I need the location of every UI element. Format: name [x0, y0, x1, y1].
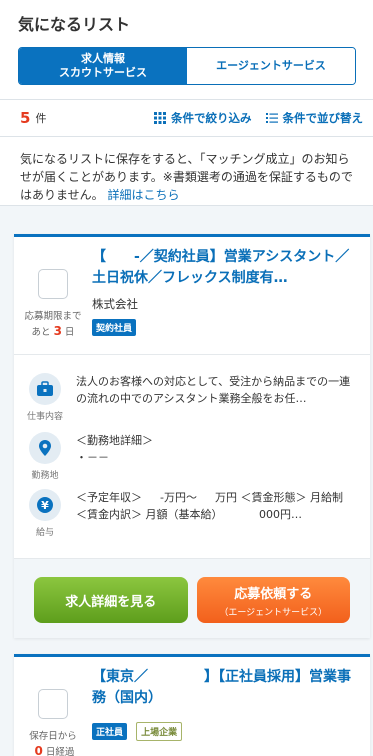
- service-segment-control: 求人情報 スカウトサービス エージェントサービス: [18, 47, 356, 85]
- salary-row: ¥ 給与 ＜予定年収＞ -万円～ 万円 ＜賃金形態＞ 月給制 ＜賃金内訳＞ 月額…: [14, 489, 370, 538]
- briefcase-icon: [29, 373, 61, 405]
- filter-button[interactable]: 条件で絞り込み: [154, 110, 252, 126]
- employment-type-badge: 契約社員: [92, 319, 137, 336]
- list-sort-icon: [265, 113, 278, 123]
- card-actions: 求人詳細を見る 応募依頼する （エージェントサービス）: [14, 558, 370, 638]
- apply-request-sublabel: （エージェントサービス）: [219, 607, 328, 618]
- result-toolbar: 5 件 条件で絞り込み 条件で並び替え: [0, 100, 373, 136]
- deadline-days: 3: [53, 324, 62, 338]
- job-card: 応募期限まで あと 3 日 【 -／契約社員】営業アシスタント／土日祝休／フレックス…: [14, 234, 370, 638]
- svg-text:¥: ¥: [41, 499, 49, 512]
- header-area: 気になるリスト 求人情報 スカウトサービス エージェントサービス 5 件 条件で絞…: [0, 0, 373, 206]
- tab-scout-service[interactable]: 求人情報 スカウトサービス: [19, 48, 187, 84]
- apply-request-label: 応募依頼する: [234, 586, 313, 602]
- deadline-after: 日: [64, 327, 75, 338]
- saved-days-suffix: 日経過: [45, 747, 75, 756]
- favorite-checkbox[interactable]: [38, 269, 68, 299]
- location-row: 勤務地 ＜勤務地詳細＞ ・－－: [14, 432, 370, 481]
- location-text: ＜勤務地詳細＞ ・－－: [76, 434, 153, 464]
- job-card-header: 保存日から 0 日経過 【東京／ 】【正社員採用】営業事務（国内） 正社員 上場企…: [14, 657, 370, 756]
- salary-label: 給与: [35, 528, 54, 538]
- saved-days-count: 0: [34, 744, 43, 756]
- job-card: 保存日から 0 日経過 【東京／ 】【正社員採用】営業事務（国内） 正社員 上場企…: [14, 654, 370, 756]
- tab-agent-service[interactable]: エージェントサービス: [187, 48, 355, 84]
- job-description-row: 仕事内容 法人のお客様への対応として、受注から納品までの一連の流れの中でのアシス…: [14, 373, 370, 422]
- company-name: 株式会社: [92, 297, 196, 311]
- filter-label: 条件で絞り込み: [171, 111, 252, 125]
- page-title: 気になるリスト: [18, 15, 131, 34]
- job-card-left: 保存日から 0 日経過: [14, 667, 92, 756]
- job-description-label: 仕事内容: [26, 412, 63, 422]
- tab-scout-line2: スカウトサービス: [59, 66, 147, 79]
- job-card-main: 【東京／ 】【正社員採用】営業事務（国内） 正社員 上場企業: [92, 667, 358, 756]
- result-count: 5: [20, 109, 31, 127]
- map-pin-icon: [29, 432, 61, 464]
- notice-detail-link[interactable]: 詳細はこちら: [107, 188, 179, 202]
- saved-days-info: 保存日から 0 日経過: [29, 729, 77, 756]
- salary-text: ＜予定年収＞ -万円～ 万円 ＜賃金形態＞ 月給制 ＜賃金内訳＞ 月額（基本給）…: [76, 491, 343, 521]
- deadline-prefix: 応募期限まで: [24, 311, 82, 322]
- job-title-link[interactable]: 【東京／ 】【正社員採用】営業事務（国内）: [92, 667, 358, 709]
- grid-filter-icon: [154, 112, 166, 124]
- tab-scout-line1: 求人情報: [81, 52, 125, 65]
- view-job-detail-label: 求人詳細を見る: [65, 594, 157, 610]
- job-card-main: 【 -／契約社員】営業アシスタント／土日祝休／フレックス制度有… 株式会社 契約…: [92, 247, 358, 354]
- sort-button[interactable]: 条件で並び替え: [265, 110, 364, 126]
- listed-company-badge: 上場企業: [136, 722, 183, 741]
- yen-icon: ¥: [29, 489, 61, 521]
- deadline-info: 応募期限まで あと 3 日: [24, 309, 81, 340]
- apply-request-button[interactable]: 応募依頼する （エージェントサービス）: [196, 577, 350, 623]
- deadline-before: あと: [31, 327, 51, 338]
- job-card-header: 応募期限まで あと 3 日 【 -／契約社員】営業アシスタント／土日祝休／フレックス…: [14, 237, 370, 355]
- view-job-detail-button[interactable]: 求人詳細を見る: [34, 577, 188, 623]
- saved-days-prefix: 保存日から: [29, 731, 77, 742]
- notice-box: 気になるリストに保存をすると、「マッチング成立」のお知らせが届くことがあります。…: [0, 136, 373, 206]
- job-title-link[interactable]: 【 -／契約社員】営業アシスタント／土日祝休／フレックス制度有…: [92, 247, 358, 289]
- sort-label: 条件で並び替え: [282, 111, 364, 125]
- notice-text: 気になるリストに保存をすると、「マッチング成立」のお知らせが届くことがあります。…: [20, 152, 353, 202]
- result-count-unit: 件: [35, 112, 47, 125]
- favorite-checkbox[interactable]: [38, 689, 68, 719]
- employment-type-badge: 正社員: [92, 723, 128, 740]
- job-description-text: 法人のお客様への対応として、受注から納品までの一連の流れの中でのアシスタント業務…: [76, 375, 351, 405]
- job-card-left: 応募期限まで あと 3 日: [14, 247, 92, 354]
- location-label: 勤務地: [31, 471, 59, 481]
